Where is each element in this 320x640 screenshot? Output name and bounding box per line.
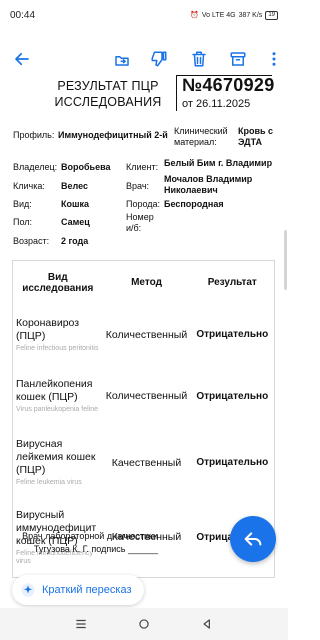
- species-value: Кошка: [61, 199, 90, 209]
- dislike-icon: [151, 51, 167, 67]
- breed-label: Порода:: [126, 199, 161, 209]
- reply-button[interactable]: [230, 516, 276, 562]
- nickname-value: Велес: [61, 181, 88, 191]
- back-nav-button[interactable]: [195, 612, 219, 636]
- home-button[interactable]: [132, 612, 156, 636]
- test-name: Коронавироз (ПЦР): [16, 316, 80, 342]
- profile-value: Иммунодефицитный 2-й: [58, 130, 168, 140]
- summary-label: Краткий пересказ: [42, 584, 132, 596]
- nickname-label: Кличка:: [13, 181, 45, 191]
- table-header-row: Вид исследования Метод Результат: [13, 261, 275, 305]
- sex-value: Самец: [61, 217, 90, 227]
- test-method: Количественный: [105, 390, 188, 403]
- client-value: Белый Бим г. Владимир: [164, 158, 273, 168]
- age-value: 2 года: [61, 236, 89, 246]
- test-name: Панлейкопения кошек (ПЦР): [16, 378, 93, 404]
- test-name: Вирусная лейкемия кошек (ПЦР): [16, 438, 96, 477]
- doctor-label: Врач:: [126, 181, 150, 191]
- profile-label: Профиль:: [13, 130, 55, 140]
- battery-icon: 19: [265, 10, 278, 20]
- table-row: Вирусная лейкемия кошек (ПЦР) Feline leuk…: [13, 428, 275, 498]
- more-button[interactable]: [262, 47, 286, 71]
- delete-button[interactable]: [187, 47, 211, 71]
- owner-label: Владелец:: [13, 162, 58, 172]
- owner-value: Воробьева: [61, 162, 111, 172]
- toolbar: [0, 45, 288, 73]
- back-button[interactable]: [10, 47, 34, 71]
- sparkle-icon: [21, 583, 35, 597]
- number-label: Номер и/б:: [126, 212, 154, 233]
- column-header: Метод: [131, 277, 162, 289]
- menu-icon: [76, 619, 86, 629]
- test-latin: Feline leukemia virus: [16, 479, 82, 487]
- navigation-bar: [0, 608, 288, 640]
- test-latin: Virus panleukopenia feline: [16, 406, 98, 414]
- archive-button[interactable]: [226, 47, 250, 71]
- alarm-icon: ⏰: [190, 12, 199, 19]
- test-latin: Feline infectious peritonitis: [16, 344, 99, 352]
- test-result: Отрицательно: [196, 329, 269, 341]
- status-bar: 00:44 ⏰ Vo LTE 4G 387 K/s 19: [0, 0, 288, 30]
- column-header: Результат: [207, 277, 257, 289]
- document-number-box: №4670929 от 26.11.2025: [176, 75, 275, 111]
- status-icons: ⏰ Vo LTE 4G 387 K/s 19: [190, 10, 278, 20]
- species-label: Вид:: [13, 199, 32, 209]
- material-value: Кровь с ЭДТА: [238, 126, 274, 147]
- share-icon: [115, 56, 129, 66]
- sex-label: Пол:: [13, 217, 33, 227]
- archive-icon: [230, 52, 246, 66]
- more-vert-icon: [272, 52, 276, 66]
- trash-icon: [192, 51, 206, 67]
- document-date: от 26.11.2025: [182, 98, 251, 110]
- status-time: 00:44: [10, 9, 36, 21]
- status-speed: 387 K/s: [238, 11, 263, 19]
- table-row: Панлейкопения кошек (ПЦР) Virus panleukop…: [13, 365, 275, 428]
- summary-button[interactable]: Краткий пересказ: [12, 575, 144, 605]
- spam-button[interactable]: [147, 47, 171, 71]
- material-label: Клинический материал:: [174, 126, 228, 147]
- test-method: Количественный: [105, 328, 188, 341]
- status-network: Vo LTE 4G: [201, 11, 236, 19]
- test-method: Качественный: [111, 456, 182, 469]
- test-result: Отрицательно: [196, 457, 269, 469]
- reply-icon: [244, 532, 262, 546]
- back-icon: [203, 619, 210, 629]
- back-arrow-icon: [15, 52, 29, 66]
- table-row: Коронавироз (ПЦР) Feline infectious perit…: [13, 304, 275, 365]
- signature: Врач лабораторной диагностики Тугузова К…: [22, 531, 158, 554]
- scrollbar[interactable]: [284, 230, 287, 290]
- test-result: Отрицательно: [196, 390, 269, 402]
- document-number: №4670929: [182, 75, 275, 95]
- home-icon: [139, 619, 149, 629]
- recents-button[interactable]: [69, 612, 93, 636]
- move-button[interactable]: [110, 47, 134, 71]
- doctor-value: Мочалов Владимир Николаевич: [164, 174, 253, 195]
- client-label: Клиент:: [126, 162, 159, 172]
- document-title: РЕЗУЛЬТАТ ПЦР ИССЛЕДОВАНИЯ: [54, 79, 162, 109]
- breed-value: Беспородная: [164, 199, 224, 209]
- age-label: Возраст:: [13, 236, 50, 246]
- battery-level: 19: [268, 11, 275, 18]
- column-header: Вид исследования: [22, 271, 94, 294]
